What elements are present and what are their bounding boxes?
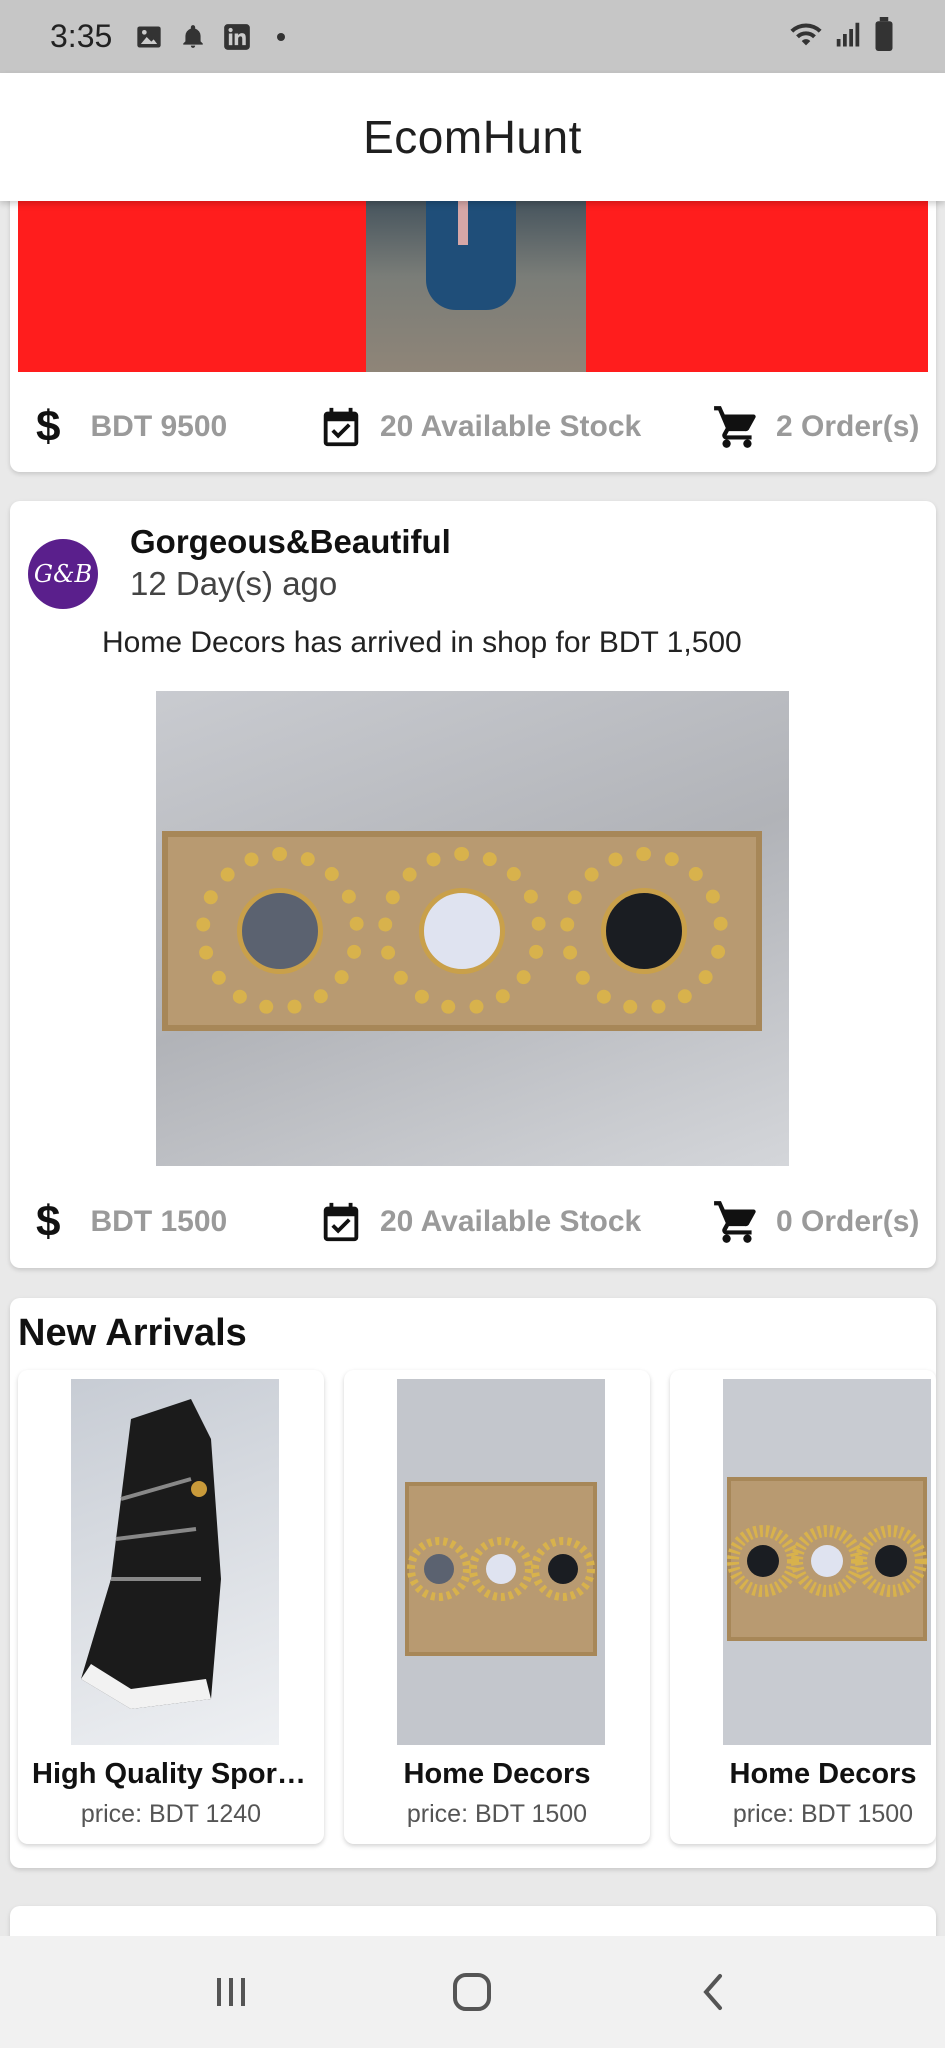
product-image[interactable] — [156, 691, 789, 1166]
orders-meta: 2 Order(s) — [712, 392, 919, 462]
back-icon[interactable] — [679, 1957, 749, 2027]
calendar-check-icon — [318, 404, 364, 450]
status-time: 3:35 — [50, 18, 113, 54]
price-text: BDT 1500 — [90, 1205, 228, 1238]
product-name: Home Decors — [403, 1758, 591, 1790]
dot-icon — [266, 22, 296, 52]
product-image — [397, 1379, 605, 1745]
product-price: price: BDT 1500 — [406, 1800, 588, 1828]
post-meta-row: $ BDT 1500 20 Available Stock 0 Order(s) — [10, 1187, 936, 1257]
calendar-check-icon — [318, 1199, 364, 1245]
product-post-card[interactable]: $ BDT 9500 20 Available Stock 2 Order(s) — [10, 160, 936, 472]
product-price: price: BDT 1500 — [732, 1800, 914, 1828]
stock-text: 20 Available Stock — [380, 410, 642, 443]
dollar-icon: $ — [36, 1197, 61, 1246]
product-post-card[interactable]: G&B Gorgeous&Beautiful 12 Day(s) ago Hom… — [10, 501, 936, 1268]
price-text: BDT 9500 — [90, 410, 228, 443]
bell-icon — [178, 22, 208, 52]
arrival-product-card[interactable]: High Quality Sport... price: BDT 1240 — [18, 1370, 324, 1844]
shop-avatar[interactable]: G&B — [28, 539, 98, 609]
signal-icon — [833, 19, 863, 54]
product-name: Home Decors — [729, 1758, 917, 1790]
avatar-initials: G&B — [33, 560, 93, 588]
battery-icon — [873, 17, 895, 56]
arrival-product-card[interactable]: Home Decors price: BDT 1500 — [670, 1370, 936, 1844]
product-name: High Quality Sport... — [32, 1758, 311, 1790]
shop-name[interactable]: Gorgeous&Beautiful — [130, 523, 451, 561]
clock-shape — [560, 847, 728, 1015]
product-image — [723, 1379, 931, 1745]
system-nav-bar — [0, 1936, 945, 2048]
dollar-icon: $ — [36, 402, 61, 451]
cart-icon — [712, 402, 762, 452]
post-description: Home Decors has arrived in shop for BDT … — [102, 626, 742, 659]
price-meta: $ BDT 1500 — [36, 1187, 227, 1257]
section-title: New Arrivals — [18, 1312, 247, 1354]
product-price: price: BDT 1240 — [80, 1800, 262, 1828]
orders-text: 2 Order(s) — [776, 410, 920, 443]
clock-shape — [196, 847, 364, 1015]
app-title: EcomHunt — [363, 111, 582, 163]
home-icon[interactable] — [437, 1957, 507, 2027]
status-bar: 3:35 — [0, 0, 945, 73]
post-meta-row: $ BDT 9500 20 Available Stock 2 Order(s) — [10, 392, 936, 462]
stock-meta: 20 Available Stock — [318, 392, 641, 462]
stock-meta: 20 Available Stock — [318, 1187, 641, 1257]
orders-meta: 0 Order(s) — [712, 1187, 919, 1257]
recents-icon[interactable] — [196, 1957, 266, 2027]
linkedin-icon — [222, 22, 252, 52]
orders-text: 0 Order(s) — [776, 1205, 920, 1238]
arrival-product-card[interactable]: Home Decors price: BDT 1500 — [344, 1370, 650, 1844]
product-image — [71, 1379, 279, 1745]
cart-icon — [712, 1197, 762, 1247]
wifi-icon — [789, 19, 823, 54]
price-meta: $ BDT 9500 — [36, 392, 227, 462]
clock-shape — [378, 847, 546, 1015]
app-bar: EcomHunt — [0, 73, 945, 201]
image-icon — [134, 22, 164, 52]
post-time: 12 Day(s) ago — [130, 565, 338, 602]
new-arrivals-section: New Arrivals High Quality Sport... price… — [10, 1298, 936, 1868]
stock-text: 20 Available Stock — [380, 1205, 642, 1238]
